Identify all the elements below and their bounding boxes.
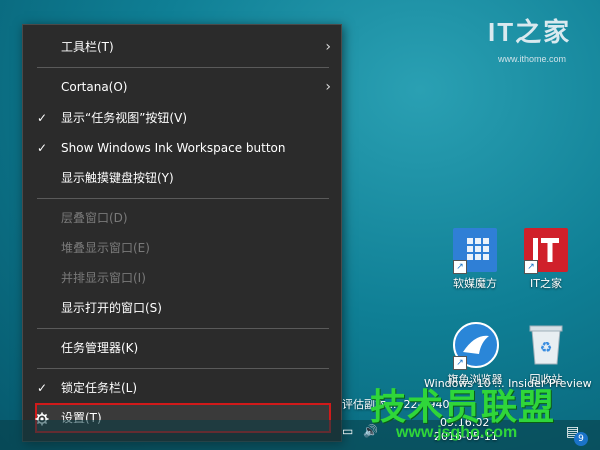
menu-item-label: 锁定任务栏(L) (61, 381, 138, 395)
taskbar-context-menu: 工具栏(T) › Cortana(O) › ✓ 显示“任务视图”按钮(V) ✓ … (22, 24, 342, 442)
shortcut-arrow-icon: ↗ (453, 356, 467, 370)
ithome-watermark-url: www.ithome.com (498, 54, 567, 64)
shortcut-arrow-icon: ↗ (453, 260, 467, 274)
menu-item-task-manager[interactable]: 任务管理器(K) (23, 333, 341, 363)
menu-item-side-by-side: 并排显示窗口(I) (23, 263, 341, 293)
menu-item-show-task-view[interactable]: ✓ 显示“任务视图”按钮(V) (23, 103, 341, 133)
menu-item-cascade: 层叠窗口(D) (23, 203, 341, 233)
menu-item-label: Cortana(O) (61, 80, 128, 94)
menu-item-label: 任务管理器(K) (61, 341, 139, 355)
menu-item-label: 显示“任务视图”按钮(V) (61, 111, 188, 125)
shortcut-arrow-icon: ↗ (524, 260, 538, 274)
menu-item-label: 堆叠显示窗口(E) (61, 241, 150, 255)
menu-item-label: 并排显示窗口(I) (61, 271, 146, 285)
menu-item-toolbars[interactable]: 工具栏(T) › (23, 32, 341, 62)
chevron-right-icon: › (325, 39, 331, 55)
menu-separator (37, 67, 329, 68)
notification-count-badge: 9 (574, 432, 588, 446)
menu-item-label: 层叠窗口(D) (61, 211, 128, 225)
menu-item-label: 显示触摸键盘按钮(Y) (61, 171, 174, 185)
menu-item-touch-keyboard[interactable]: 显示触摸键盘按钮(Y) (23, 163, 341, 193)
menu-item-show-open-windows[interactable]: 显示打开的窗口(S) (23, 293, 341, 323)
tablet-icon[interactable]: ▭ (342, 424, 353, 438)
ithome-watermark-logo: IT之家 (488, 17, 572, 47)
action-center-button[interactable]: ▤ 9 (566, 424, 588, 446)
checkmark-icon: ✓ (37, 111, 48, 125)
menu-item-label: Show Windows Ink Workspace button (61, 141, 286, 155)
chevron-right-icon: › (325, 79, 331, 95)
site-brand-name: 技术员联盟 (370, 387, 556, 428)
desktop-icon-label: IT之家 (530, 277, 562, 290)
menu-item-stacked: 堆叠显示窗口(E) (23, 233, 341, 263)
menu-separator (37, 328, 329, 329)
checkmark-icon: ✓ (37, 381, 48, 395)
checkmark-icon: ✓ (37, 141, 48, 155)
menu-separator (37, 198, 329, 199)
svg-text:♻: ♻ (540, 340, 553, 356)
menu-item-label: 显示打开的窗口(S) (61, 301, 162, 315)
desktop-icon-label: 软媒魔方 (453, 277, 497, 290)
menu-separator (37, 368, 329, 369)
menu-item-lock-taskbar[interactable]: ✓ 锁定任务栏(L) (23, 373, 341, 403)
menu-item-ink-workspace[interactable]: ✓ Show Windows Ink Workspace button (23, 133, 341, 163)
menu-item-label: 工具栏(T) (61, 40, 114, 54)
recycle-bin-icon: ♻ (528, 322, 564, 366)
menu-item-cortana[interactable]: Cortana(O) › (23, 72, 341, 102)
site-brand-url: www.jsgho.com (396, 424, 518, 441)
